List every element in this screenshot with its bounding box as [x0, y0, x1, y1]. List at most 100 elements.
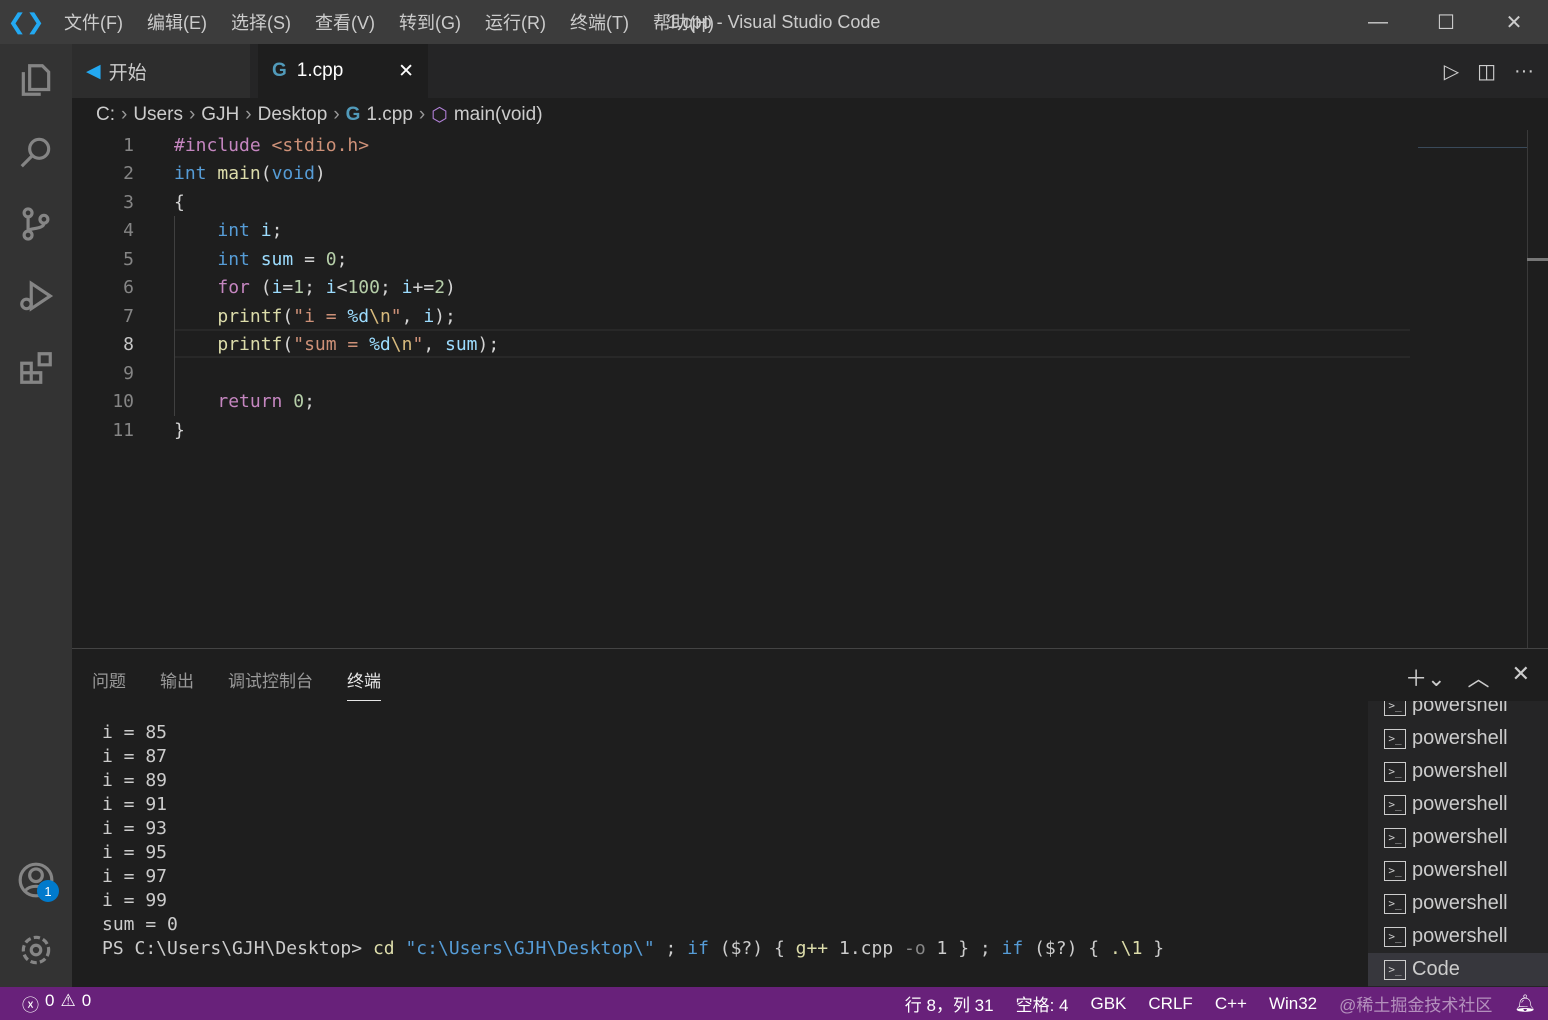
terminal-output[interactable]: i = 85 i = 87 i = 89 i = 91 i = 93 i = 95 i = …: [102, 721, 1164, 961]
code-token: \n: [369, 305, 391, 327]
menu-terminal[interactable]: 终端(T): [558, 9, 641, 35]
code-token: ;: [304, 391, 315, 413]
language-mode[interactable]: C++: [1215, 994, 1247, 1014]
scrollbar-thumb[interactable]: [1527, 258, 1548, 261]
extensions-icon[interactable]: [0, 332, 72, 404]
code-token: int: [217, 248, 261, 270]
tab-output[interactable]: 输出: [160, 667, 194, 701]
accounts-icon[interactable]: [0, 844, 72, 916]
tab-problems[interactable]: 问题: [92, 667, 126, 701]
maximize-button[interactable]: ☐: [1412, 0, 1480, 44]
bell-icon[interactable]: 🔔︎: [1514, 994, 1536, 1014]
line-number: 4: [123, 220, 134, 242]
minimap[interactable]: [1418, 130, 1528, 148]
maximize-panel-icon[interactable]: ︿: [1468, 661, 1490, 693]
bottom-panel: 问题 输出 调试控制台 终端 ＋⌄ ︿ ✕ i = 85 i = 87 i = 89…: [72, 648, 1548, 988]
terminal-list-item[interactable]: >_ powershell: [1368, 701, 1548, 722]
menu-help[interactable]: 帮助(H): [641, 9, 726, 35]
menu-go[interactable]: 转到(G): [387, 9, 473, 35]
terminal-line: i = 87: [102, 746, 168, 767]
close-window-button[interactable]: ✕: [1480, 0, 1548, 44]
terminal-line: i = 91: [102, 794, 168, 815]
chevron-right-icon: ›: [333, 104, 340, 125]
breadcrumb-item[interactable]: main(void): [454, 104, 543, 126]
editor-scrollbar[interactable]: [1527, 130, 1528, 648]
platform[interactable]: Win32: [1269, 994, 1317, 1014]
code-token: =: [282, 277, 294, 299]
run-code-icon[interactable]: ▷: [1444, 59, 1459, 84]
line-content: int main(void): [174, 163, 326, 184]
line-number: 11: [112, 419, 134, 441]
line-content: {: [174, 192, 185, 213]
menu-run[interactable]: 运行(R): [473, 9, 558, 35]
cpp-file-icon: G: [272, 60, 287, 81]
source-control-icon[interactable]: [0, 188, 72, 260]
code-line: 4 int i;: [72, 217, 282, 246]
code-line: 2 int main(void): [72, 160, 326, 189]
indentation[interactable]: 空格: 4: [1016, 991, 1069, 1016]
code-token: i: [401, 277, 413, 299]
code-line: 10 return 0;: [72, 388, 315, 417]
menu-view[interactable]: 查看(V): [303, 9, 387, 35]
code-token: ;: [336, 248, 348, 270]
breadcrumb-item[interactable]: C:: [96, 104, 115, 126]
breadcrumb-item[interactable]: GJH: [201, 104, 239, 126]
terminal-icon: >_: [1384, 701, 1406, 716]
search-icon[interactable]: [0, 116, 72, 188]
tab-label: 开始: [108, 62, 147, 84]
code-line: 5 int sum = 0;: [72, 245, 347, 274]
new-terminal-icon[interactable]: ＋⌄: [1405, 661, 1445, 693]
tab-terminal[interactable]: 终端: [347, 667, 381, 701]
split-editor-icon[interactable]: ◫: [1477, 59, 1496, 84]
menu-edit[interactable]: 编辑(E): [135, 9, 219, 35]
terminal-list-item[interactable]: >_ powershell: [1368, 821, 1548, 854]
code-token: <stdio.h>: [271, 134, 370, 156]
tab-welcome[interactable]: ◀ 开始: [72, 44, 250, 98]
encoding[interactable]: GBK: [1091, 994, 1127, 1014]
code-token: 100: [347, 277, 380, 299]
tab-1cpp[interactable]: G 1.cpp ✕: [258, 44, 428, 98]
run-debug-icon[interactable]: [0, 260, 72, 332]
code-token: i: [260, 220, 272, 242]
line-ending[interactable]: CRLF: [1148, 994, 1192, 1014]
close-tab-icon[interactable]: ✕: [398, 60, 414, 83]
terminal-list-item[interactable]: >_ powershell: [1368, 755, 1548, 788]
terminal-list-item[interactable]: >_ powershell: [1368, 887, 1548, 920]
menu-selection[interactable]: 选择(S): [219, 9, 303, 35]
cursor-position[interactable]: 行 8，列 31: [905, 991, 994, 1016]
error-icon: ⓧ: [22, 996, 39, 1015]
code-line: 11}: [72, 416, 185, 445]
activity-bar: [0, 44, 72, 987]
terminal-name: powershell: [1412, 793, 1508, 815]
more-actions-icon[interactable]: ···: [1514, 60, 1534, 83]
terminal-list-item[interactable]: >_ powershell: [1368, 920, 1548, 953]
minimize-button[interactable]: —: [1344, 0, 1412, 44]
close-panel-icon[interactable]: ✕: [1512, 661, 1530, 693]
terminal-name: powershell: [1412, 892, 1508, 914]
gear-icon[interactable]: [0, 914, 72, 986]
breadcrumb-item[interactable]: Users: [133, 104, 183, 126]
terminal-icon: >_: [1384, 728, 1406, 749]
terminal-list-item[interactable]: >_ powershell: [1368, 854, 1548, 887]
line-number: 10: [112, 391, 134, 413]
code-line: 1 #include <stdio.h>: [72, 131, 369, 160]
code-token: +=: [412, 277, 435, 299]
command-token: if: [687, 938, 709, 959]
terminal-line: i = 89: [102, 770, 168, 791]
warning-count: 0: [81, 991, 92, 1010]
code-token: int: [174, 163, 218, 185]
menu-file[interactable]: 文件(F): [52, 9, 135, 35]
terminal-list-item[interactable]: >_ powershell: [1368, 722, 1548, 755]
code-editor[interactable]: 1 #include <stdio.h> 2 int main(void) 3{4 in…: [72, 130, 1548, 648]
explorer-icon[interactable]: [0, 44, 72, 116]
terminal-list-item[interactable]: >_ Code: [1368, 953, 1548, 986]
breadcrumb-item[interactable]: 1.cpp: [366, 104, 412, 126]
command-token: .\1: [1109, 938, 1143, 959]
problems-status[interactable]: ⓧ 0 ⚠ 0: [0, 991, 91, 1016]
tab-debug-console[interactable]: 调试控制台: [228, 667, 313, 701]
code-token: ): [314, 163, 326, 185]
breadcrumb-item[interactable]: Desktop: [258, 104, 328, 126]
chevron-right-icon: ›: [121, 104, 128, 125]
terminal-list-item[interactable]: >_ powershell: [1368, 788, 1548, 821]
